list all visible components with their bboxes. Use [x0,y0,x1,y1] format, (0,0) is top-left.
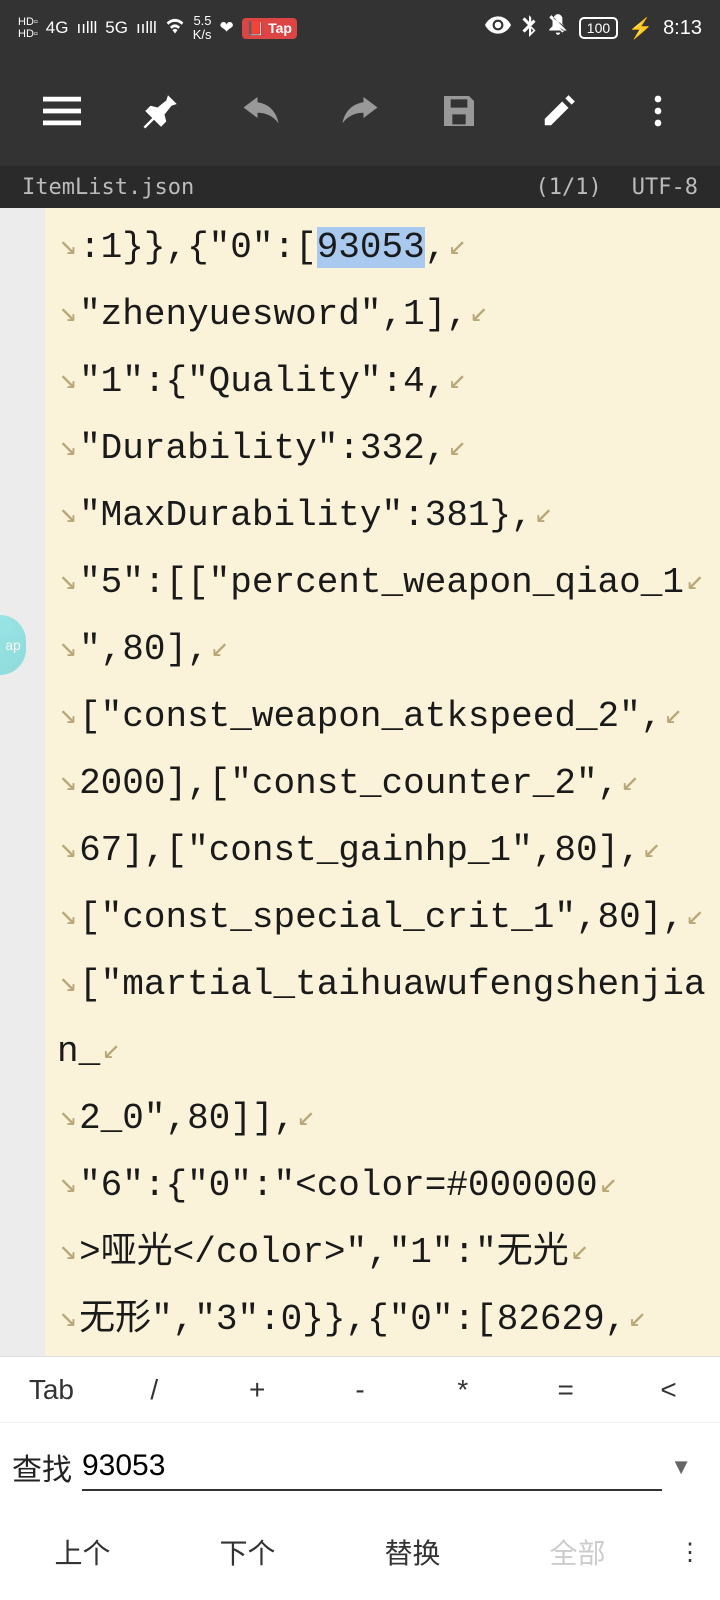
wifi-icon [165,18,185,39]
file-name: ItemList.json [22,175,194,200]
bluetooth-icon [521,13,537,43]
hd-badge: HD▫HD▫ [18,16,38,40]
heart-icon: ❤ [220,18,234,38]
key-tab[interactable]: Tab [0,1358,103,1422]
mute-icon [547,13,569,43]
next-button[interactable]: 下个 [165,1514,330,1590]
file-encoding: UTF-8 [632,175,698,200]
status-right: 100 ⚡ 8:13 [485,13,702,43]
file-info-bar: ItemList.json (1/1) UTF-8 [0,166,720,208]
edit-icon[interactable] [538,90,580,132]
search-highlight: 93053 [317,227,425,268]
shortcut-keys: Tab / + - * = < [0,1356,720,1422]
all-button[interactable]: 全部 [495,1514,660,1590]
key-plus[interactable]: + [206,1358,309,1422]
editor[interactable]: ↘:1}},{"0":[93053,↙ ↘"zhenyuesword",1],↙… [0,208,720,1356]
eye-icon [485,16,511,40]
key-lt[interactable]: < [617,1358,720,1422]
code-content[interactable]: ↘:1}},{"0":[93053,↙ ↘"zhenyuesword",1],↙… [45,208,720,1356]
signal-bars-icon: ıılll [76,18,97,38]
pin-icon[interactable] [140,90,182,132]
undo-icon[interactable] [240,90,282,132]
battery-indicator: 100 [579,17,618,39]
signal-bars-icon: ıılll [136,18,157,38]
search-buttons: 上个 下个 替换 全部 ⋮ [0,1510,720,1600]
key-equals[interactable]: = [514,1358,617,1422]
tap-badge: 📕 Tap [242,18,297,39]
clock-time: 8:13 [663,17,702,40]
file-position: (1/1) [536,175,602,200]
search-more-icon[interactable]: ⋮ [660,1538,720,1567]
prev-button[interactable]: 上个 [0,1514,165,1590]
toolbar [0,56,720,166]
key-slash[interactable]: / [103,1358,206,1422]
redo-icon[interactable] [339,90,381,132]
replace-button[interactable]: 替换 [330,1514,495,1590]
line-gutter [0,208,45,1356]
menu-icon[interactable] [41,90,83,132]
status-bar: HD▫HD▫ 4G ıılll 5G ıılll 5.5 K/s ❤ 📕 Tap… [0,0,720,56]
network-speed: 5.5 K/s [193,14,212,43]
search-bar: 查找 ▼ [0,1422,720,1510]
status-left: HD▫HD▫ 4G ıılll 5G ıılll 5.5 K/s ❤ 📕 Tap [18,14,297,43]
key-star[interactable]: * [411,1358,514,1422]
save-icon[interactable] [438,90,480,132]
charging-icon: ⚡ [628,16,653,41]
dropdown-icon[interactable]: ▼ [662,1454,700,1480]
search-input[interactable] [82,1449,662,1483]
signal-4g: 4G [46,18,69,38]
search-label: 查找 [12,1445,72,1489]
signal-5g: 5G [105,18,128,38]
more-icon[interactable] [637,90,679,132]
key-minus[interactable]: - [309,1358,412,1422]
